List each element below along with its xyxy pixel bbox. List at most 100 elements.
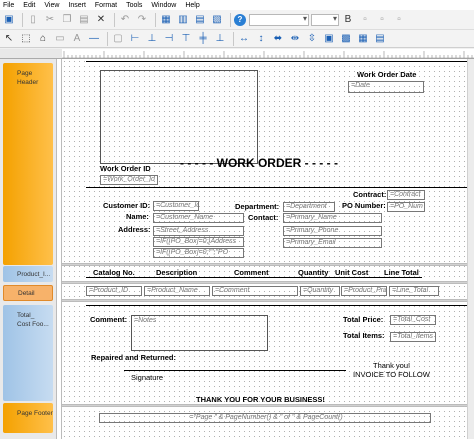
bold-icon[interactable]: B [341,13,355,27]
copy-icon[interactable]: ❐ [60,13,74,27]
primary-name-field[interactable]: =Primary_Name [283,213,382,223]
comment-field[interactable]: =Comment [212,286,298,296]
product-name-field[interactable]: =Product_Name [144,286,210,296]
customer-name-field[interactable]: =Customer_Name [153,213,244,223]
department-field[interactable]: =Department [283,202,335,212]
date-field[interactable]: =Date [348,81,424,93]
work-order-id-label: Work Order ID [100,164,151,173]
h-spacing-icon[interactable]: ⇹ [288,32,302,46]
department-label: Department: [235,202,280,211]
po-number-field[interactable]: =PO_Num [387,202,425,212]
menu-help[interactable]: Help [185,2,199,9]
band-total-footer[interactable]: Total_ Cost Foo... [3,305,53,401]
design-toolbar: ↖ ⬚ ⌂ ▭ A — ▢ ⊢ ⊥ ⊣ ⊤ ╪ ⊥ ↔ ↕ ⬌ ⇹ ⇳ ▣ ▩ … [0,30,474,48]
band-page-header[interactable]: Page Header [3,63,53,265]
column-underline [86,277,422,278]
same-width-icon[interactable]: ↔ [237,32,251,46]
customer-id-field[interactable]: =Customer_Id [153,201,199,211]
po-box-formula-field[interactable]: =IF([PO_Box]=0;"";"PO [153,248,244,258]
header-mid-line [86,187,467,188]
report-canvas[interactable]: Work Order Date =Date - - - - - WORK ORD… [62,59,467,439]
comment-label: Comment: [90,315,128,324]
signature-label: Signature [131,373,164,382]
align-middle-icon[interactable]: ╪ [196,32,210,46]
new-page-icon[interactable]: ▯ [26,13,40,27]
menu-bar: File Edit View Insert Format Tools Windo… [0,0,474,10]
preview-icon[interactable]: ▧ [210,13,224,27]
ungroup-icon[interactable]: ▤ [373,32,387,46]
street-address-field[interactable]: =Street_Address [153,226,244,236]
field-icon[interactable]: ▭ [53,32,67,46]
menu-window[interactable]: Window [151,2,176,9]
primary-email-field[interactable]: =Primary_Email [283,238,382,248]
quantity-field[interactable]: =Quantity [300,286,340,296]
text-color-icon[interactable]: ▫ [358,13,372,27]
undo-icon[interactable]: ↶ [118,13,132,27]
align-left-icon[interactable]: ⊢ [128,32,142,46]
line-icon[interactable]: — [87,32,101,46]
band-separator-3[interactable] [62,299,467,302]
address-formula-field[interactable]: =IF([PO_Box]=0;[Address [153,237,244,247]
align-top-icon[interactable]: ⊤ [179,32,193,46]
band-page-footer[interactable]: Page Footer [3,403,53,433]
primary-phone-field[interactable]: =Primary_Phone [283,226,382,236]
label-icon[interactable]: A [70,32,84,46]
menu-edit[interactable]: Edit [23,2,35,9]
border-icon[interactable]: ▫ [392,13,406,27]
font-size-combo[interactable] [311,13,339,26]
total-items-label: Total Items: [343,331,385,340]
band-panel: Page Header Product_I... Detail Total_ C… [0,59,56,439]
bring-front-icon[interactable]: ▣ [322,32,336,46]
menu-file[interactable]: File [3,2,14,9]
delete-icon[interactable]: ✕ [94,13,108,27]
col-line-total: Line Total [384,268,419,277]
same-height-icon[interactable]: ↕ [254,32,268,46]
band-separator-1[interactable] [62,263,467,266]
line-total-field[interactable]: =Line_Total [389,286,439,296]
po-number-label: PO Number: [342,201,386,210]
total-cost-field[interactable]: =Total_Cost [390,315,436,325]
help-icon[interactable]: ? [234,13,246,26]
band-separator-4[interactable] [62,404,467,407]
page-number-field[interactable]: ="Page " & PageNumber() & " of " & PageC… [99,413,431,423]
align-right-icon[interactable]: ⊣ [162,32,176,46]
menu-insert[interactable]: Insert [68,2,86,9]
fill-color-icon[interactable]: ▫ [375,13,389,27]
v-spacing-icon[interactable]: ⇳ [305,32,319,46]
tag-icon[interactable]: ⌂ [36,32,50,46]
band-product-header[interactable]: Product_I... [3,266,53,282]
logo-placeholder[interactable] [100,70,258,164]
menu-format[interactable]: Format [95,2,117,9]
product-price-field[interactable]: =Product_Price [341,286,387,296]
menu-view[interactable]: View [44,2,59,9]
contract-label: Contract: [353,190,387,199]
box-icon[interactable]: ▢ [111,32,125,46]
same-size-icon[interactable]: ⬌ [271,32,285,46]
align-bottom-icon[interactable]: ⊥ [213,32,227,46]
layout-icon[interactable]: ▥ [176,13,190,27]
data-icon[interactable]: ▤ [193,13,207,27]
product-id-field[interactable]: =Product_ID [86,286,142,296]
paste-icon[interactable]: ▤ [77,13,91,27]
total-items-field[interactable]: =Total_Items [390,332,436,342]
col-unit-cost: Unit Cost [335,268,369,277]
vertical-scrollbar[interactable] [467,59,474,439]
align-center-icon[interactable]: ⊥ [145,32,159,46]
send-back-icon[interactable]: ▩ [339,32,353,46]
report-icon[interactable]: ▦ [159,13,173,27]
pointer-icon[interactable]: ↖ [2,32,16,46]
select-area-icon[interactable]: ⬚ [19,32,33,46]
address-label: Address: [118,225,151,234]
redo-icon[interactable]: ↷ [135,13,149,27]
save-icon[interactable]: ▣ [2,13,16,27]
notes-field[interactable]: =Notes [131,315,268,351]
cut-icon[interactable]: ✂ [43,13,57,27]
menu-tools[interactable]: Tools [126,2,142,9]
group-icon[interactable]: ▦ [356,32,370,46]
band-separator-2[interactable] [62,281,467,284]
work-order-id-field[interactable]: =Work_Order_Id [100,175,158,185]
ruler-corner [0,49,62,59]
font-name-combo[interactable] [249,13,309,26]
contract-field[interactable]: =Contract [387,190,425,200]
band-detail[interactable]: Detail [3,285,53,301]
